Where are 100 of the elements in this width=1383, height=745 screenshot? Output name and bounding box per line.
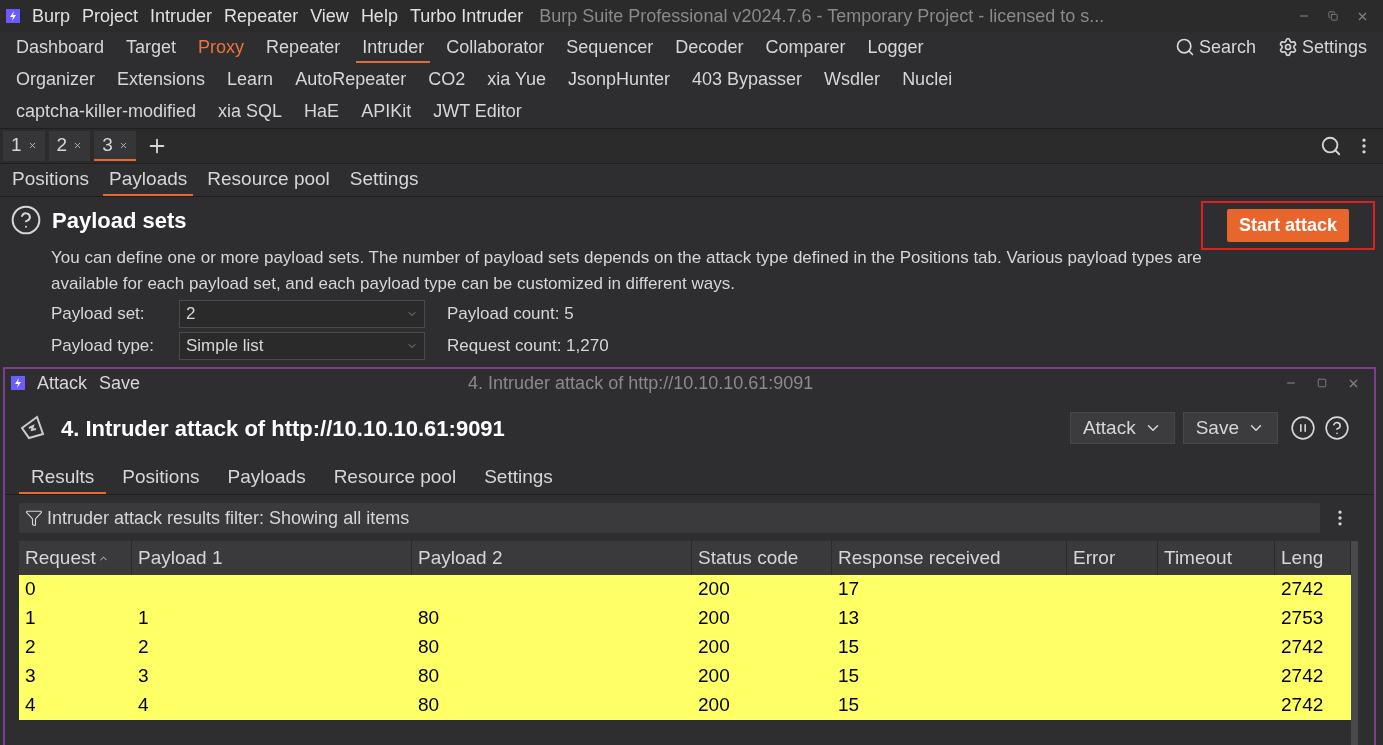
attack-tab[interactable]: 1 [3,131,45,161]
window-title: 4. Intruder attack of http://10.10.10.61:9091 [468,371,814,395]
settings-icon [1277,37,1298,57]
nav-tab[interactable]: Organizer [10,65,102,95]
nav-tab[interactable]: JWT Editor [427,97,528,127]
app-logo-icon [11,376,25,390]
nav-tab[interactable]: Decoder [669,33,750,63]
results-tab[interactable]: Positions [110,462,212,494]
nav-tab[interactable]: Proxy [192,33,251,63]
field-info: Request count: 1,270 [447,335,609,358]
close-icon[interactable] [27,140,37,150]
intruder-icon [19,414,47,442]
menu-item[interactable]: Burp [32,2,71,30]
table-cell-text: 2742 [1281,664,1324,689]
sub-tab[interactable]: Resource pool [201,165,336,196]
table-cell-text: 3 [25,664,36,689]
table-cell-text: 2 [25,635,36,660]
nav-tab[interactable]: Comparer [759,33,852,63]
nav-tab[interactable]: captcha-killer-modified [10,97,203,127]
table-cell-text: 4 [25,693,36,718]
attack-heading: 4. Intruder attack of http://10.10.10.61:9091 [61,414,505,443]
nav-tab[interactable]: Learn [221,65,280,95]
maximize-icon[interactable] [1317,378,1327,388]
table-cell-text: 17 [838,577,860,602]
sub-tab[interactable]: Settings [343,165,425,196]
settings-button[interactable]: Settings [1271,33,1373,63]
nav-tab[interactable]: Logger [861,33,930,63]
nav-tab[interactable]: xia Yue [481,65,552,95]
table-cell-text: 80 [418,606,440,631]
nav-tab[interactable]: Nuclei [896,65,959,95]
nav-tab[interactable]: Sequencer [560,33,660,63]
nav-tab[interactable]: Repeater [260,33,347,63]
nav-tab[interactable]: Extensions [111,65,212,95]
table-cell-text: 1 [138,606,149,631]
close-icon[interactable] [118,140,128,150]
nav-tab[interactable]: Target [120,33,183,63]
filter-text: Intruder attack results filter: Showing all items [47,506,410,530]
nav-tab[interactable]: Collaborator [440,33,551,63]
menu-item[interactable]: Help [360,2,398,30]
field-label: Payload set: [51,303,146,326]
table-cell-text: 2 [138,635,149,660]
table-cell-text: 4 [138,693,149,718]
nav-tab[interactable]: Wsdler [818,65,887,95]
results-tab[interactable]: Results [19,462,107,494]
field-info: Payload count: 5 [447,303,574,326]
search-button[interactable]: Search [1168,33,1262,63]
results-tab[interactable]: Settings [472,462,565,494]
app-logo-icon [6,9,20,23]
description: You can define one or more payload sets. The number of payload sets depends on the attack type defined in the Positions tab. Various payload types are available for each payload set, and each payload type can be customized in different ways. [50,247,1203,295]
table-cell-text: 200 [698,606,730,631]
menu-item[interactable]: Intruder [150,2,213,30]
window-title: Burp Suite Professional v2024.7.6 - Temporary Project - licensed to s... [539,4,1105,28]
help-icon[interactable] [1324,415,1350,441]
table-cell-text: 80 [418,693,440,718]
menu-item[interactable]: Repeater [224,2,299,30]
table-cell-text: 2742 [1281,635,1324,660]
table-cell-text: 200 [698,635,730,660]
nav-tab[interactable]: CO2 [422,65,472,95]
table-cell-text: 2753 [1281,606,1324,631]
nav-tab[interactable]: 403 Bypasser [686,65,809,95]
field-label: Payload type: [51,335,155,358]
restore-icon[interactable] [1328,11,1338,21]
menu-item[interactable]: Save [99,369,141,397]
nav-tab[interactable]: APIKit [355,97,418,127]
attack-tab[interactable]: 2 [48,131,91,161]
nav-tab[interactable]: xia SQL [212,97,289,127]
attack-tab[interactable]: 3 [94,131,136,161]
results-tab[interactable]: Payloads [215,462,318,494]
sub-tab[interactable]: Payloads [103,165,194,196]
table-cell-text: 15 [838,635,860,660]
table-cell-text: 0 [25,577,36,602]
close-icon[interactable] [73,140,83,150]
menu-item[interactable]: Project [82,2,139,30]
nav-tab[interactable]: Intruder [356,33,431,63]
help-icon[interactable] [10,204,42,236]
results-tab[interactable]: Resource pool [321,462,469,494]
nav-tab[interactable]: Dashboard [10,33,111,63]
sub-tab[interactable]: Positions [6,165,96,196]
menu-item[interactable]: View [310,2,349,30]
menu-item[interactable]: Attack [37,369,88,397]
table-cell-text: 13 [838,606,860,631]
filter-icon [25,509,43,527]
table-cell-text: 2742 [1281,577,1324,602]
dropdown-button[interactable]: Attack [1069,412,1175,444]
table-cell-text: 1 [25,606,36,631]
nav-tab[interactable]: HaE [298,97,346,127]
nav-tab[interactable]: AutoRepeater [289,65,413,95]
search-icon[interactable] [1320,135,1342,157]
search-icon [1174,37,1195,57]
menu-item[interactable]: Turbo Intruder [409,2,524,30]
dropdown-button[interactable]: Save [1182,412,1278,444]
table-cell-text: 15 [838,664,860,689]
filter-bar[interactable]: Intruder attack results filter: Showing all items [19,503,1320,533]
nav-tab[interactable]: JsonpHunter [561,65,677,95]
pause-icon[interactable] [1290,415,1316,441]
table-cell-text: 15 [838,693,860,718]
dropdown[interactable]: Simple list [179,332,425,360]
dropdown[interactable]: 2 [179,300,425,328]
section-title: Payload sets [52,206,187,235]
table-cell-text: 3 [138,664,149,689]
